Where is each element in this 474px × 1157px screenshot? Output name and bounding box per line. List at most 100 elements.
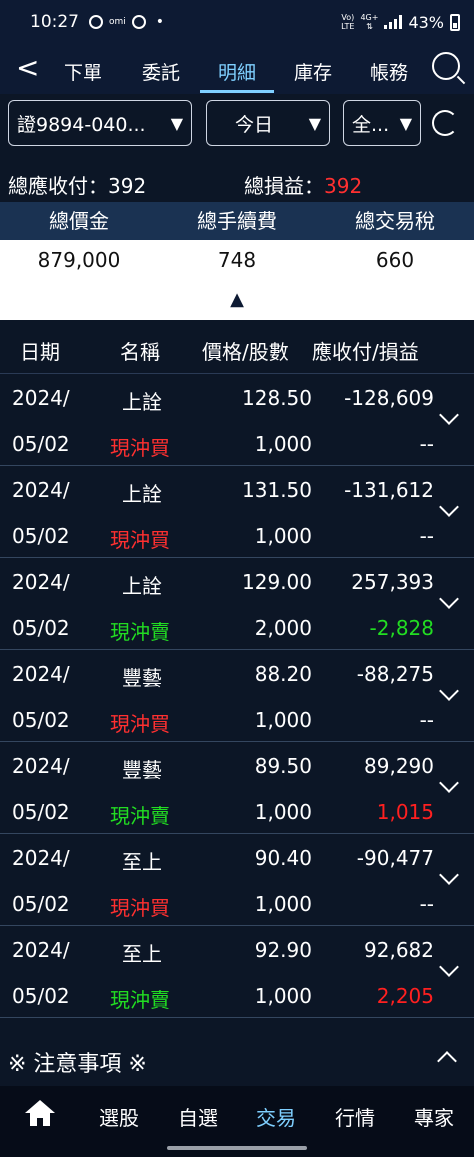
gesture-bar xyxy=(167,1146,307,1150)
trade-shares: 1,000 xyxy=(254,984,312,1008)
date-select[interactable]: 今日 ▼ xyxy=(206,100,330,146)
col-date: 日期 xyxy=(20,340,60,364)
trade-action: 現沖買 xyxy=(110,528,170,552)
stock-name: 上詮 xyxy=(122,482,162,506)
table-row[interactable]: 2024/05/02 上詮 現沖買 128.50 1,000 -128,609 -- xyxy=(0,374,474,466)
bottom-nav-stock-picker[interactable]: 選股 xyxy=(84,1102,154,1131)
trade-amount: -90,477 xyxy=(356,846,434,870)
active-tab-indicator xyxy=(200,90,274,93)
chrome-icon xyxy=(89,15,103,29)
chevron-down-icon[interactable] xyxy=(439,957,459,977)
col-name: 名稱 xyxy=(120,340,160,364)
type-select[interactable]: 全... ▼ xyxy=(343,100,421,146)
notice-bar[interactable]: ※ 注意事項 ※ xyxy=(0,1034,474,1086)
total-receivable: 總應收付：392 xyxy=(8,174,147,198)
notice-title: ※ 注意事項 ※ xyxy=(8,1052,147,1077)
status-bar: 10:27 omi • Vo) LTE 4G+ ⇅ 43% xyxy=(0,0,474,44)
chevron-down-icon[interactable] xyxy=(439,681,459,701)
status-right: Vo) LTE 4G+ ⇅ 43% xyxy=(341,13,460,32)
table-row[interactable]: 2024/05/02 上詮 現沖賣 129.00 2,000 257,393 -2,828 xyxy=(0,558,474,650)
stock-name: 至上 xyxy=(122,850,162,874)
trade-price: 129.00 xyxy=(242,570,312,594)
trade-list: 2024/05/02 上詮 現沖買 128.50 1,000 -128,609 -- 2024… xyxy=(0,374,474,1018)
total-fee-label: 總手續費 xyxy=(197,209,277,233)
trade-price: 89.50 xyxy=(254,754,312,778)
tab-entrust[interactable]: 委託 xyxy=(126,58,196,85)
trade-shares: 1,000 xyxy=(254,800,312,824)
col-price-shares: 價格/股數 xyxy=(202,340,289,364)
trade-pnl: 2,205 xyxy=(376,984,434,1008)
trade-date-year: 2024/ xyxy=(12,662,70,686)
caret-up-icon: ▲ xyxy=(230,289,244,310)
total-fee-value: 748 xyxy=(217,248,257,272)
back-icon[interactable]: < xyxy=(16,54,39,82)
trade-date-day: 05/02 xyxy=(12,800,70,824)
chevron-down-icon[interactable] xyxy=(439,589,459,609)
filter-bar: 證9894-040... ▼ 今日 ▼ 全... ▼ xyxy=(0,94,474,156)
trade-date-year: 2024/ xyxy=(12,570,70,594)
chevron-down-icon[interactable] xyxy=(439,773,459,793)
chrome-icon-2 xyxy=(131,15,146,29)
trade-price: 92.90 xyxy=(254,938,312,962)
trade-action: 現沖賣 xyxy=(110,988,170,1012)
battery-percent: 43% xyxy=(408,12,444,32)
table-row[interactable]: 2024/05/02 至上 現沖賣 92.90 1,000 92,682 2,205 xyxy=(0,926,474,1018)
trade-shares: 1,000 xyxy=(254,524,312,548)
search-icon[interactable] xyxy=(432,52,460,80)
totals-values: 879,000 748 660 xyxy=(0,240,474,280)
table-row[interactable]: 2024/05/02 豐藝 現沖買 88.20 1,000 -88,275 -- xyxy=(0,650,474,742)
trade-date-year: 2024/ xyxy=(12,386,70,410)
table-row[interactable]: 2024/05/02 上詮 現沖買 131.50 1,000 -131,612 -- xyxy=(0,466,474,558)
trade-date-year: 2024/ xyxy=(12,846,70,870)
stock-name: 上詮 xyxy=(122,574,162,598)
trade-amount: 92,682 xyxy=(364,938,434,962)
account-select-value: 證9894-040... xyxy=(17,113,146,136)
table-row[interactable]: 2024/05/02 至上 現沖買 90.40 1,000 -90,477 -- xyxy=(0,834,474,926)
bottom-nav-trade[interactable]: 交易 xyxy=(241,1102,311,1131)
collapse-toggle[interactable]: ▲ xyxy=(0,280,474,320)
home-icon[interactable] xyxy=(25,1100,55,1126)
bottom-nav-experts[interactable]: 專家 xyxy=(399,1102,469,1131)
tab-account[interactable]: 帳務 xyxy=(354,58,424,85)
type-select-value: 全... xyxy=(352,113,390,136)
trade-action: 現沖賣 xyxy=(110,620,170,644)
table-row[interactable]: 2024/05/02 豐藝 現沖賣 89.50 1,000 89,290 1,015 xyxy=(0,742,474,834)
trade-amount: -131,612 xyxy=(344,478,434,502)
trade-pnl: 1,015 xyxy=(376,800,434,824)
top-nav: < 下單 委託 明細 庫存 帳務 xyxy=(0,44,474,94)
tab-inventory[interactable]: 庫存 xyxy=(278,58,348,85)
summary-row: 總應收付：392 總損益：392 xyxy=(0,160,474,202)
account-select[interactable]: 證9894-040... ▼ xyxy=(8,100,192,146)
total-price-value: 879,000 xyxy=(37,248,121,272)
notification-dot-icon: • xyxy=(155,14,165,30)
chevron-down-icon[interactable] xyxy=(439,497,459,517)
trade-shares: 2,000 xyxy=(254,616,312,640)
trade-date-year: 2024/ xyxy=(12,938,70,962)
bottom-nav-quotes[interactable]: 行情 xyxy=(320,1102,390,1131)
tab-details[interactable]: 明細 xyxy=(202,58,272,85)
trade-date-day: 05/02 xyxy=(12,432,70,456)
stock-name: 上詮 xyxy=(122,390,162,414)
trade-date-day: 05/02 xyxy=(12,616,70,640)
caret-down-icon: ▼ xyxy=(170,113,183,133)
total-price-label: 總價金 xyxy=(49,209,109,233)
total-tax-value: 660 xyxy=(375,248,415,272)
network-type-icon: 4G+ ⇅ xyxy=(360,13,379,31)
chevron-down-icon[interactable] xyxy=(439,405,459,425)
refresh-icon[interactable] xyxy=(432,110,458,136)
caret-down-icon: ▼ xyxy=(308,113,321,133)
trade-price: 128.50 xyxy=(242,386,312,410)
tab-order[interactable]: 下單 xyxy=(48,58,118,85)
trade-action: 現沖賣 xyxy=(110,804,170,828)
total-pnl: 總損益：392 xyxy=(244,174,363,198)
signal-icon xyxy=(384,15,403,29)
trade-date-year: 2024/ xyxy=(12,478,70,502)
trade-action: 現沖買 xyxy=(110,896,170,920)
trade-price: 90.40 xyxy=(254,846,312,870)
total-tax-label: 總交易稅 xyxy=(355,209,435,233)
stock-name: 豐藝 xyxy=(122,758,162,782)
chevron-up-icon[interactable] xyxy=(437,1051,457,1071)
trade-date-day: 05/02 xyxy=(12,892,70,916)
bottom-nav-watchlist[interactable]: 自選 xyxy=(163,1102,233,1131)
chevron-down-icon[interactable] xyxy=(439,865,459,885)
